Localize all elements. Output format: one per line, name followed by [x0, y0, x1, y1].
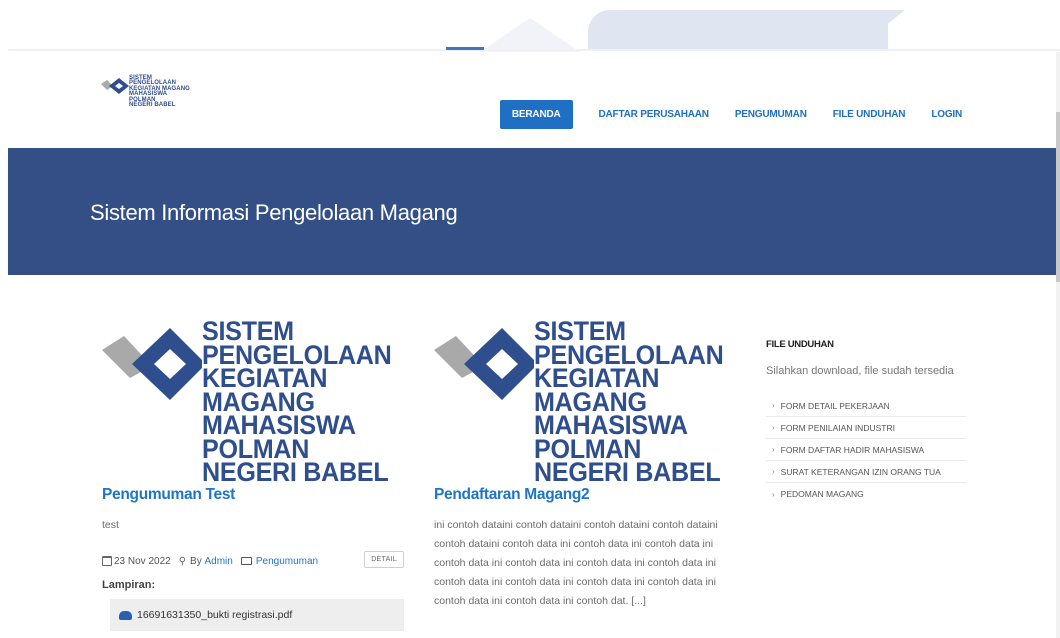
- post-image[interactable]: SISTEM PENGELOLAAN KEGIATAN MAGANG MAHAS…: [434, 318, 742, 485]
- nav-login[interactable]: LOGIN: [931, 109, 962, 120]
- logo-mark-icon: [101, 78, 129, 94]
- cloud-download-icon: [119, 610, 132, 620]
- post-date: 23 Nov 2022: [114, 555, 171, 567]
- decor-band-tip: [855, 10, 905, 50]
- sidebar-heading: FILE UNDUHAN: [766, 339, 834, 350]
- post-image-wordmark: SISTEM PENGELOLAAN KEGIATAN MAGANG MAHAS…: [534, 316, 724, 487]
- decor-accent: [446, 47, 484, 50]
- main-nav: BERANDA DAFTAR PERUSAHAAN PENGUMUMAN FIL…: [499, 100, 962, 129]
- post-excerpt: test: [102, 519, 119, 531]
- chevron-right-icon: ›: [772, 423, 775, 432]
- post-card: SISTEM PENGELOLAAN KEGIATAN MAGANG MAHAS…: [434, 318, 744, 611]
- folder-icon: [240, 557, 252, 565]
- post-image[interactable]: SISTEM PENGELOLAAN KEGIATAN MAGANG MAHAS…: [102, 318, 410, 485]
- user-icon: ⚲: [178, 555, 187, 567]
- top-divider: [8, 49, 1060, 51]
- page-banner: Sistem Informasi Pengelolaan Magang: [8, 148, 1056, 275]
- post-excerpt: ini contoh dataini contoh dataini contoh…: [434, 519, 718, 607]
- logo-mark-icon: [102, 328, 202, 400]
- attachments-label: Lampiran:: [102, 579, 156, 591]
- nav-beranda[interactable]: BERANDA: [499, 100, 573, 129]
- chevron-right-icon: ›: [772, 445, 775, 454]
- post-author-link[interactable]: Admin: [205, 556, 233, 567]
- calendar-icon: [102, 556, 112, 566]
- download-item[interactable]: › FORM DETAIL PEKERJAAN: [766, 395, 966, 417]
- download-item[interactable]: › FORM PENILAIAN INDUSTRI: [766, 417, 966, 439]
- download-item[interactable]: › FORM DAFTAR HADIR MAHASISWA: [766, 439, 966, 461]
- scrollbar-thumb[interactable]: [1056, 112, 1060, 282]
- decor-band: [588, 10, 888, 50]
- attachment-item[interactable]: 16691631350_bukti registrasi.pdf: [110, 599, 404, 631]
- nav-pengumuman[interactable]: PENGUMUMAN: [735, 109, 807, 120]
- page-title: Sistem Informasi Pengelolaan Magang: [90, 200, 458, 225]
- post-category-link[interactable]: Pengumuman: [256, 556, 318, 567]
- post-image-wordmark: SISTEM PENGELOLAAN KEGIATAN MAGANG MAHAS…: [202, 316, 392, 487]
- post-card: SISTEM PENGELOLAAN KEGIATAN MAGANG MAHAS…: [102, 318, 412, 631]
- post-title-link[interactable]: Pendaftaran Magang2: [434, 486, 744, 504]
- chevron-right-icon: ›: [772, 401, 775, 410]
- sidebar-downloads: FILE UNDUHAN Silahkan download, file sud…: [766, 339, 966, 505]
- download-item[interactable]: › SURAT KETERANGAN IZIN ORANG TUA: [766, 461, 966, 483]
- top-decoration: [0, 0, 1060, 52]
- site-logo[interactable]: SISTEM PENGELOLAAN KEGIATAN MAGANG MAHAS…: [101, 75, 211, 116]
- site-header: SISTEM PENGELOLAAN KEGIATAN MAGANG MAHAS…: [8, 52, 1058, 148]
- download-item[interactable]: › PEDOMAN MAGANG: [766, 483, 966, 505]
- page-scrollbar[interactable]: [1056, 52, 1060, 638]
- download-list: › FORM DETAIL PEKERJAAN › FORM PENILAIAN I…: [766, 395, 966, 505]
- nav-daftar-perusahaan[interactable]: DAFTAR PERUSAHAAN: [599, 109, 710, 120]
- detail-button[interactable]: DETAIL: [364, 551, 404, 568]
- sidebar-description: Silahkan download, file sudah tersedia: [766, 365, 954, 377]
- decor-triangle: [480, 18, 580, 52]
- attachment-filename: 16691631350_bukti registrasi.pdf: [137, 609, 293, 621]
- nav-file-unduhan[interactable]: FILE UNDUHAN: [833, 109, 906, 120]
- post-title-link[interactable]: Pengumuman Test: [102, 486, 412, 504]
- logo-wordmark: SISTEM PENGELOLAAN KEGIATAN MAGANG MAHAS…: [129, 75, 190, 109]
- post-by-prefix: By: [190, 555, 202, 567]
- chevron-right-icon: ›: [772, 489, 775, 499]
- post-meta: 23 Nov 2022 ⚲ By Admin Pengumuman DETAIL: [102, 551, 412, 571]
- chevron-right-icon: ›: [772, 467, 775, 476]
- logo-mark-icon: [434, 328, 534, 400]
